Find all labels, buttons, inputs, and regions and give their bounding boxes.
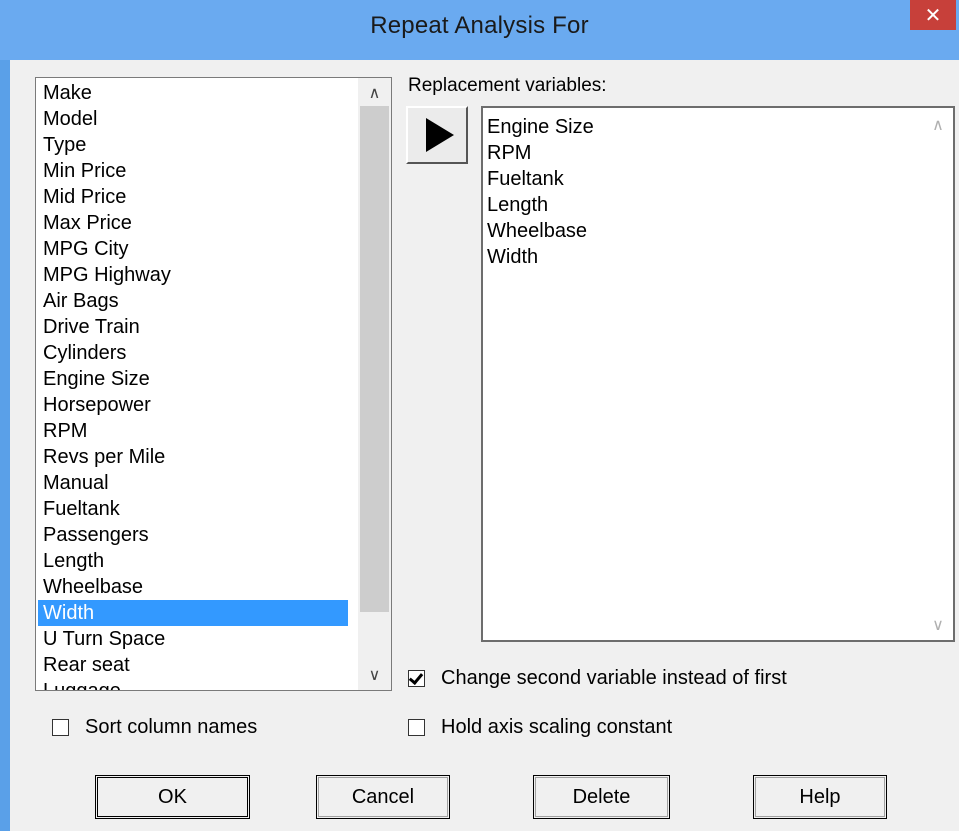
list-item[interactable]: Mid Price [38, 184, 348, 210]
play-arrow-icon [426, 118, 454, 152]
cancel-button[interactable]: Cancel [316, 775, 450, 819]
change-second-variable-checkbox[interactable]: Change second variable instead of first [408, 667, 787, 690]
title-bar[interactable]: Repeat Analysis For ✕ [0, 0, 959, 60]
list-item[interactable]: RPM [38, 418, 348, 444]
list-item[interactable]: Length [38, 548, 348, 574]
scroll-up-arrow-icon[interactable]: ∧ [358, 80, 391, 106]
list-item[interactable]: Min Price [38, 158, 348, 184]
dialog-client-area: Make Model Type Min Price Mid Price Max Price… [10, 60, 959, 831]
dialog-title: Repeat Analysis For [370, 12, 589, 39]
close-icon: ✕ [924, 3, 942, 27]
hold-axis-scaling-label: Hold axis scaling constant [441, 716, 673, 738]
list-item[interactable]: Luggage [38, 678, 348, 690]
list-item[interactable]: Passengers [38, 522, 348, 548]
list-item[interactable]: Make [38, 80, 348, 106]
list-item[interactable]: Length [487, 192, 594, 218]
column-list-items: Make Model Type Min Price Mid Price Max Price… [38, 80, 348, 690]
list-item[interactable]: RPM [487, 140, 594, 166]
add-variable-button[interactable] [406, 106, 468, 164]
scroll-down-arrow-icon[interactable]: ∨ [923, 612, 953, 638]
scroll-up-arrow-icon[interactable]: ∧ [923, 112, 953, 138]
help-button[interactable]: Help [753, 775, 887, 819]
list-item[interactable]: Rear seat [38, 652, 348, 678]
list-item[interactable]: Type [38, 132, 348, 158]
list-item[interactable]: Revs per Mile [38, 444, 348, 470]
list-item[interactable]: Wheelbase [487, 218, 594, 244]
list-item[interactable]: Air Bags [38, 288, 348, 314]
check-mark-icon [408, 669, 424, 686]
list-item[interactable]: Wheelbase [38, 574, 348, 600]
list-item[interactable]: Width [38, 600, 348, 626]
list-item[interactable]: Engine Size [487, 114, 594, 140]
ok-button[interactable]: OK [95, 775, 250, 819]
list-item[interactable]: Cylinders [38, 340, 348, 366]
list-item[interactable]: U Turn Space [38, 626, 348, 652]
sort-column-names-box[interactable] [52, 719, 69, 736]
change-second-variable-label: Change second variable instead of first [441, 667, 787, 689]
dialog-window: Repeat Analysis For ✕ Make Model Type Min P… [0, 0, 959, 831]
hold-axis-scaling-box[interactable] [408, 719, 425, 736]
scroll-thumb[interactable] [360, 106, 389, 612]
replacement-variables-list[interactable]: Engine Size RPM Fueltank Length Wheelbase Wid… [481, 106, 955, 642]
column-list[interactable]: Make Model Type Min Price Mid Price Max Price… [35, 77, 392, 691]
hold-axis-scaling-checkbox[interactable]: Hold axis scaling constant [408, 716, 672, 739]
list-item[interactable]: Model [38, 106, 348, 132]
column-list-scrollbar[interactable]: ∧ ∨ [358, 78, 391, 690]
list-item[interactable]: Manual [38, 470, 348, 496]
replacement-list-items: Engine Size RPM Fueltank Length Wheelbase Wid… [487, 114, 594, 270]
list-item[interactable]: MPG Highway [38, 262, 348, 288]
list-item[interactable]: Drive Train [38, 314, 348, 340]
replacement-variables-label: Replacement variables: [408, 75, 607, 96]
list-item[interactable]: Width [487, 244, 594, 270]
list-item[interactable]: Fueltank [38, 496, 348, 522]
scroll-down-arrow-icon[interactable]: ∨ [358, 662, 391, 688]
list-item[interactable]: MPG City [38, 236, 348, 262]
list-item[interactable]: Engine Size [38, 366, 348, 392]
sort-column-names-label: Sort column names [85, 716, 258, 738]
change-second-variable-box[interactable] [408, 669, 425, 687]
sort-column-names-checkbox[interactable]: Sort column names [52, 716, 257, 739]
list-item[interactable]: Horsepower [38, 392, 348, 418]
replacement-list-scrollbar[interactable]: ∧ ∨ [923, 108, 953, 640]
list-item[interactable]: Fueltank [487, 166, 594, 192]
delete-button[interactable]: Delete [533, 775, 670, 819]
close-button[interactable]: ✕ [910, 0, 956, 30]
list-item[interactable]: Max Price [38, 210, 348, 236]
